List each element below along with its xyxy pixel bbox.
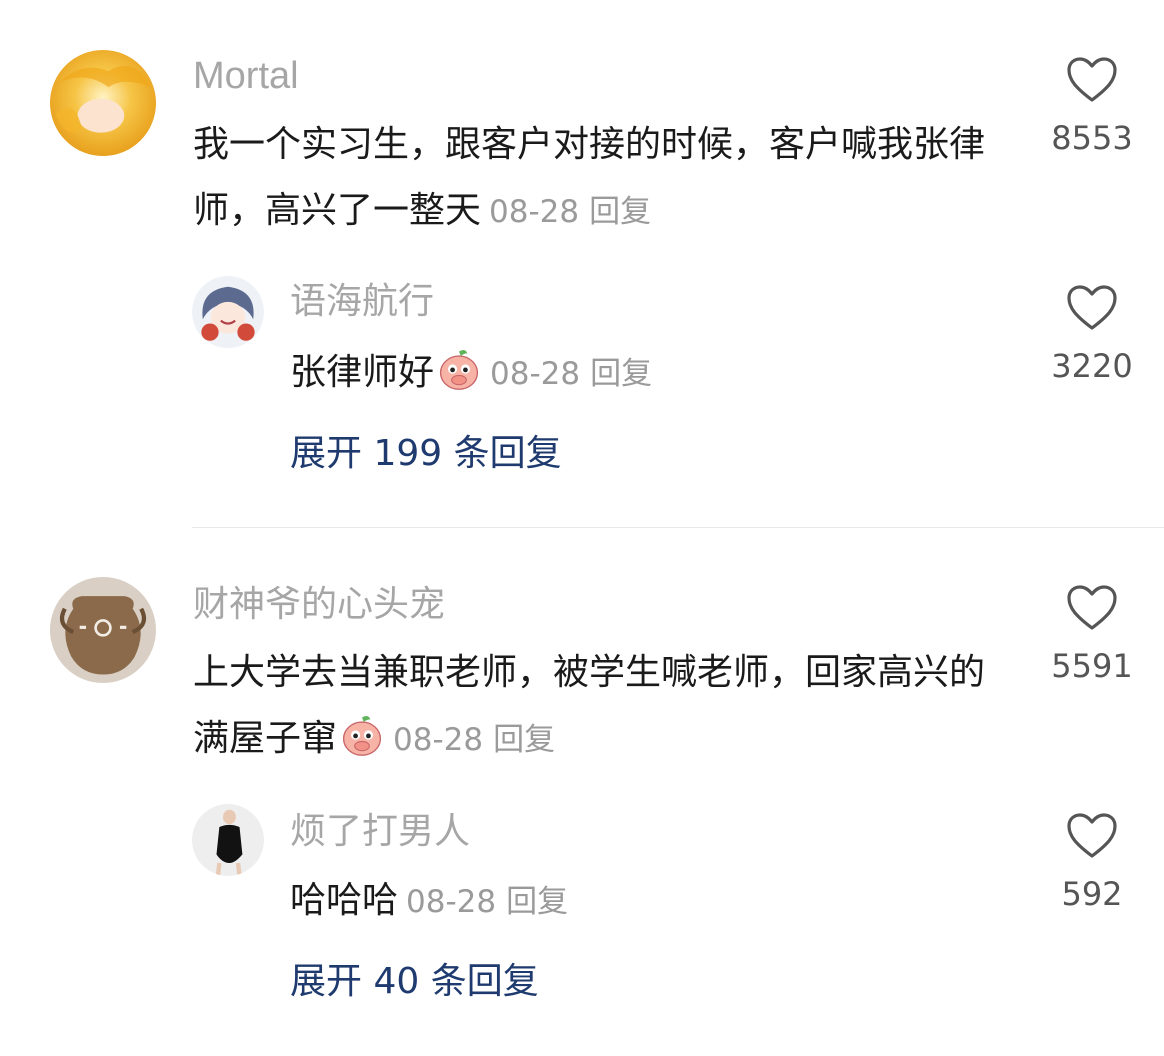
like-button[interactable]: 5591 (1032, 584, 1152, 686)
anime-girl-portrait-icon (192, 276, 264, 348)
like-button[interactable]: 8553 (1032, 56, 1152, 158)
heart-icon (1067, 585, 1117, 630)
comment-meta: 08-28 回复 (393, 722, 555, 758)
reply-button[interactable]: 回复 (506, 884, 568, 920)
heart-icon (1067, 57, 1117, 102)
comment-body: 上大学去当兼职老师，被学生喊老师，回家高兴的满屋子窜 (193, 652, 986, 759)
like-button[interactable]: 3220 (1032, 284, 1152, 386)
reply-body: 张律师好 (290, 352, 435, 393)
reply-text: 哈哈哈 08-28 回复 (290, 868, 1010, 935)
reply-meta: 08-28 回复 (490, 356, 652, 392)
reply-meta: 08-28 回复 (406, 884, 568, 920)
peach-covering-mouth-emoji-icon (439, 350, 479, 390)
username[interactable]: 财神爷的心头宠 (193, 581, 445, 629)
golden-hair-portrait-icon (50, 50, 156, 156)
avatar[interactable] (50, 50, 156, 156)
comment-meta: 08-28 回复 (489, 194, 651, 230)
comment-date: 08-28 (489, 194, 580, 230)
comment-date: 08-28 (393, 722, 484, 758)
comment-text: 上大学去当兼职老师，被学生喊老师，回家高兴的满屋子窜 08-28 回复 (193, 640, 1013, 773)
avatar[interactable] (192, 804, 264, 876)
avatar[interactable] (192, 276, 264, 348)
clay-pot-photo-icon (50, 577, 156, 683)
username[interactable]: 烦了打男人 (290, 808, 470, 856)
avatar[interactable] (50, 577, 156, 683)
expand-replies-link[interactable]: 展开 199 条回复 (290, 430, 562, 478)
reply-button[interactable]: 回复 (590, 356, 652, 392)
like-count: 5591 (1051, 647, 1133, 685)
comment-text: 我一个实习生，跟客户对接的时候，客户喊我张律师，高兴了一整天 08-28 回复 (193, 112, 1013, 245)
like-button[interactable]: 592 (1032, 812, 1152, 914)
reply-text: 张律师好 08-28 回复 (290, 340, 1010, 407)
reply-button[interactable]: 回复 (493, 722, 555, 758)
woman-black-dress-photo-icon (192, 804, 264, 876)
divider (192, 527, 1164, 528)
like-count: 3220 (1051, 347, 1133, 385)
reply-date: 08-28 (406, 884, 497, 920)
heart-icon (1067, 813, 1117, 858)
username[interactable]: Mortal (193, 52, 299, 100)
like-count: 592 (1061, 875, 1123, 913)
reply-body: 哈哈哈 (290, 880, 399, 921)
peach-covering-mouth-emoji-icon (342, 716, 382, 756)
username[interactable]: 语海航行 (290, 278, 434, 326)
reply-button[interactable]: 回复 (589, 194, 651, 230)
expand-replies-link[interactable]: 展开 40 条回复 (290, 958, 539, 1006)
reply-date: 08-28 (490, 356, 581, 392)
heart-icon (1067, 285, 1117, 330)
like-count: 8553 (1051, 119, 1133, 157)
